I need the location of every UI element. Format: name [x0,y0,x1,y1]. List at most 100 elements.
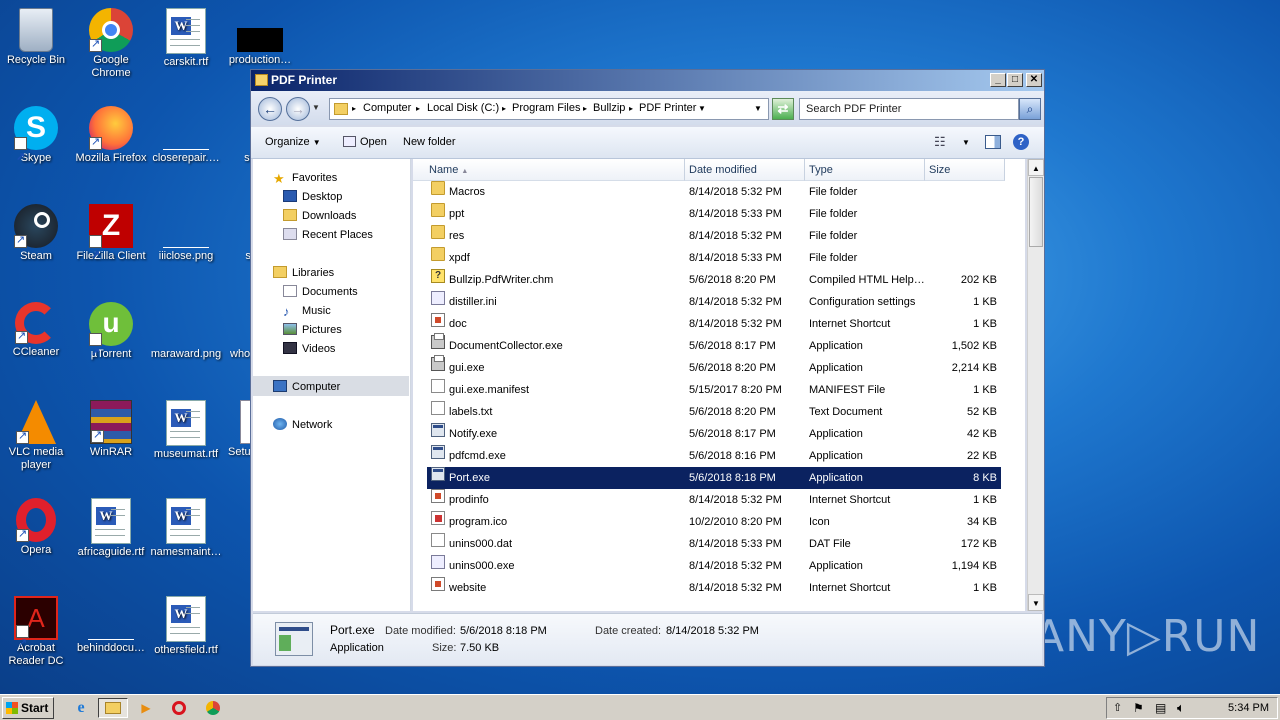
file-row[interactable]: pdfcmd.exe 5/6/2018 8:16 PM Application 22 … [427,445,1001,467]
breadcrumb-computer[interactable]: Computer [363,102,411,114]
file-row[interactable]: gui.exe 5/6/2018 8:20 PM Application 2,214 … [427,355,1001,379]
volume-icon[interactable]: 🔈︎ [1177,700,1185,716]
desktop-icon-opera[interactable]: Opera [0,498,74,557]
nav-videos[interactable]: Videos [283,342,335,355]
show-hidden-icons-icon[interactable]: ⇧ [1113,701,1122,714]
nav-documents[interactable]: Documents [283,285,358,298]
column-header-type[interactable]: Type [805,159,925,181]
file-row[interactable]: unins000.dat 8/14/2018 5:33 PM DAT File 172… [427,533,1001,555]
file-row[interactable]: Port.exe 5/6/2018 8:18 PM Application 8 KB [427,467,1001,489]
view-dropdown-icon[interactable]: ▼ [962,138,970,147]
desktop-icon-filezilla[interactable]: Z FileZilla Client [73,204,149,277]
nav-favorites[interactable]: ★ Favorites [273,171,337,186]
file-row[interactable]: ppt 8/14/2018 5:33 PM File folder [427,203,1001,225]
file-row[interactable]: ? Bullzip.PdfWriter.chm 5/6/2018 8:20 PM Co… [427,269,1001,291]
column-header-name[interactable]: Name ▲ [413,159,685,181]
breadcrumb-local-disk[interactable]: Local Disk (C:) [427,102,499,114]
file-row[interactable]: DocumentCollector.exe 5/6/2018 8:17 PM App… [427,333,1001,357]
desktop-icon-ccleaner[interactable]: CCleaner [0,302,74,359]
nav-music[interactable]: ♪ Music [283,304,331,319]
back-button[interactable]: ← [258,97,282,121]
nav-network[interactable]: Network [273,418,332,431]
forward-button[interactable]: → [286,97,310,121]
file-row[interactable]: gui.exe.manifest 5/15/2017 8:20 PM MANIFES… [427,379,1001,401]
breadcrumb-separator[interactable]: ▸ [629,104,633,113]
breadcrumb-separator[interactable]: ▸ [416,104,420,113]
search-icon[interactable]: ⌕ [1019,98,1041,120]
breadcrumb-separator[interactable]: ▸ [583,104,587,113]
desktop-icon-firefox[interactable]: Mozilla Firefox [73,106,149,165]
start-button[interactable]: Start [2,697,54,719]
scroll-down-arrow[interactable]: ▼ [1028,594,1044,611]
desktop-icon-iiiclose[interactable]: iiiclose.png [148,204,224,263]
file-row[interactable]: Macros 8/14/2018 5:32 PM File folder [427,181,1001,203]
desktop-icon-vlc[interactable]: VLC media player [0,400,74,472]
file-row[interactable]: distiller.ini 8/14/2018 5:32 PM Configurat… [427,291,1001,313]
breadcrumb-program-files[interactable]: Program Files [512,102,580,114]
desktop-icon-skype[interactable]: S Skype [0,106,74,179]
maximize-button[interactable]: □ [1007,73,1023,87]
search-box[interactable] [799,98,1019,120]
windows-explorer-icon[interactable] [98,698,128,718]
refresh-button[interactable]: ⇄ [772,98,794,120]
desktop-icon-museumat[interactable]: W museumat.rtf [148,400,224,461]
file-row[interactable]: res 8/14/2018 5:32 PM File folder [427,225,1001,247]
breadcrumb-separator[interactable]: ▸ [352,104,356,113]
scroll-up-arrow[interactable]: ▲ [1028,159,1044,176]
file-row[interactable]: Notify.exe 5/6/2018 8:17 PM Application 42 … [427,423,1001,445]
network-tray-icon[interactable]: ▤ [1155,701,1166,715]
desktop-icon-othersfield[interactable]: W othersfield.rtf [148,596,224,657]
desktop-icon-utorrent[interactable]: u µTorrent [73,302,149,373]
file-row[interactable]: website 8/14/2018 5:32 PM Internet Shortcu… [427,577,1001,599]
vertical-scrollbar[interactable]: ▲ ▼ [1027,159,1044,611]
organize-button[interactable]: Organize ▼ [265,136,321,148]
media-player-icon[interactable]: ▶ [135,698,157,718]
nav-desktop[interactable]: Desktop [283,190,342,203]
nav-downloads[interactable]: Downloads [283,209,356,222]
clock[interactable]: 5:34 PM [1228,698,1269,718]
nav-computer[interactable]: Computer [253,376,409,396]
desktop-icon-winrar[interactable]: WinRAR [73,400,149,459]
desktop-icon-carskit[interactable]: W carskit.rtf [148,8,224,69]
breadcrumb-bullzip[interactable]: Bullzip [593,102,625,114]
opera-taskbar-icon[interactable] [168,698,190,718]
view-options-icon[interactable]: ☷ [934,134,946,150]
recent-pages-dropdown[interactable]: ▼ [312,103,320,112]
address-bar[interactable]: ▸ Computer ▸ Local Disk (C:) ▸ Program F… [329,98,769,120]
internet-explorer-icon[interactable]: e [70,698,92,718]
open-button[interactable]: Open [343,136,387,148]
chrome-taskbar-icon[interactable] [202,698,224,718]
breadcrumb-pdf-printer[interactable]: PDF Printer [639,102,696,114]
desktop-icon-chrome[interactable]: Google Chrome [73,8,149,80]
desktop-icon-recycle-bin[interactable]: Recycle Bin [0,8,74,67]
column-header-size[interactable]: Size [925,159,1005,181]
scroll-thumb[interactable] [1029,177,1043,247]
desktop-icon-behinddocu[interactable]: behinddocu… [73,596,149,655]
nav-recent-places[interactable]: Recent Places [283,228,373,241]
file-row[interactable]: doc 8/14/2018 5:32 PM Internet Shortcut 1 K… [427,313,1001,335]
desktop-icon-production[interactable]: production… [222,8,298,67]
action-center-icon[interactable]: ⚑ [1133,701,1144,715]
file-row[interactable]: xpdf 8/14/2018 5:33 PM File folder [427,247,1001,269]
help-icon[interactable]: ? [1013,134,1029,150]
desktop-icon-africaguide[interactable]: W africaguide.rtf [73,498,149,559]
desktop-icon-acrobat[interactable]: A Acrobat Reader DC [0,596,74,668]
file-row[interactable]: prodinfo 8/14/2018 5:32 PM Internet Shortc… [427,489,1001,511]
desktop-icon-maraward[interactable]: maraward.png [148,302,224,361]
address-history-dropdown[interactable]: ▼ [754,104,762,113]
file-row[interactable]: labels.txt 5/6/2018 8:20 PM Text Document 5… [427,401,1001,423]
desktop-icon-namesmaint[interactable]: W namesmaint… [148,498,224,559]
nav-pictures[interactable]: Pictures [283,323,342,336]
preview-pane-icon[interactable] [985,135,1001,149]
new-folder-button[interactable]: New folder [403,136,456,148]
column-header-date[interactable]: Date modified [685,159,805,181]
close-button[interactable]: ✕ [1026,73,1042,87]
minimize-button[interactable]: _ [990,73,1006,87]
file-row[interactable]: unins000.exe 8/14/2018 5:32 PM Application… [427,555,1001,577]
search-input[interactable] [800,99,1000,119]
desktop-icon-closerepair[interactable]: closerepair.… [148,106,224,165]
breadcrumb-separator[interactable]: ▸ [502,104,506,113]
desktop-icon-steam[interactable]: Steam [0,204,74,263]
file-row[interactable]: program.ico 10/2/2010 8:20 PM Icon 34 KB [427,511,1001,533]
title-bar[interactable]: PDF Printer _ □ ✕ [251,70,1044,91]
